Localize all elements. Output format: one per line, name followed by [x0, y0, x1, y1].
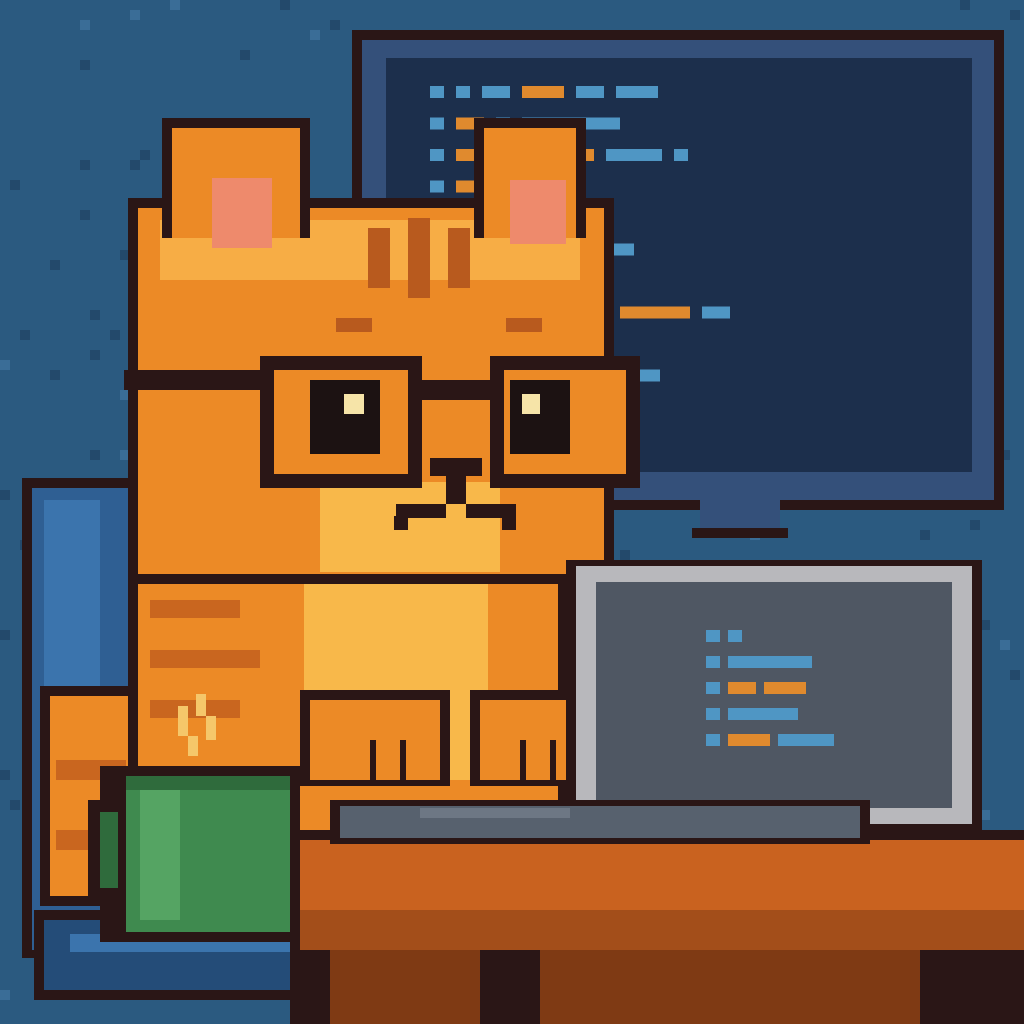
- desk-icon: [290, 830, 1024, 1024]
- background-pixel: [330, 20, 340, 30]
- background-pixel: [970, 520, 980, 530]
- code-token: [482, 86, 510, 98]
- background-pixel: [130, 10, 140, 20]
- code-token: [674, 149, 688, 161]
- code-token: [620, 306, 690, 319]
- background-pixel: [0, 490, 10, 500]
- background-pixel: [620, 550, 630, 560]
- code-token: [728, 682, 756, 694]
- code-token: [706, 656, 720, 668]
- code-token: [430, 117, 444, 130]
- background-pixel: [140, 150, 150, 160]
- background-pixel: [20, 330, 30, 340]
- background-pixel: [80, 60, 90, 70]
- background-pixel: [80, 20, 90, 30]
- pixel-art-scene: [0, 0, 1024, 1024]
- code-token: [430, 149, 444, 161]
- code-token: [706, 734, 720, 746]
- code-token: [456, 86, 470, 98]
- background-pixel: [920, 530, 930, 540]
- background-pixel: [90, 310, 100, 320]
- code-token: [706, 682, 720, 694]
- code-token: [522, 86, 564, 98]
- background-pixel: [0, 360, 10, 370]
- background-pixel: [130, 160, 140, 170]
- background-pixel: [280, 0, 290, 10]
- code-token: [430, 86, 444, 98]
- background-pixel: [0, 630, 10, 640]
- background-pixel: [240, 50, 250, 60]
- code-token: [778, 734, 834, 746]
- background-pixel: [310, 30, 320, 40]
- coffee-mug-icon: [88, 766, 300, 942]
- background-pixel: [1010, 670, 1020, 680]
- background-pixel: [110, 330, 120, 340]
- background-pixel: [80, 210, 90, 220]
- code-token: [706, 630, 720, 642]
- code-token: [728, 656, 812, 668]
- background-pixel: [90, 350, 100, 360]
- background-pixel: [170, 0, 180, 10]
- background-pixel: [90, 450, 100, 460]
- background-pixel: [0, 770, 10, 780]
- code-token: [728, 734, 770, 746]
- background-pixel: [10, 180, 20, 190]
- code-token: [764, 682, 806, 694]
- background-pixel: [50, 370, 60, 380]
- code-token: [576, 86, 604, 98]
- code-token: [616, 86, 658, 98]
- code-token: [430, 180, 444, 193]
- background-pixel: [1010, 10, 1020, 20]
- background-pixel: [80, 160, 90, 170]
- background-pixel: [0, 990, 10, 1000]
- background-pixel: [10, 800, 20, 810]
- code-token: [728, 630, 742, 642]
- background-pixel: [960, 0, 970, 10]
- code-token: [706, 708, 720, 720]
- code-token: [702, 306, 730, 319]
- background-pixel: [1000, 640, 1010, 650]
- code-token: [606, 149, 662, 161]
- background-pixel: [50, 260, 60, 270]
- cat-paws: [300, 690, 590, 786]
- code-token: [728, 708, 798, 720]
